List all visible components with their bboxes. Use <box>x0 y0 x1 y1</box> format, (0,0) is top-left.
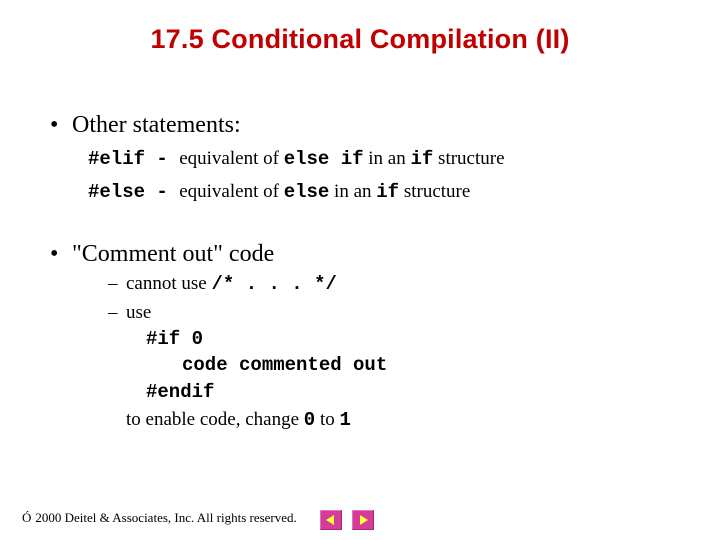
sub-else: #else - equivalent of else in an if stru… <box>88 179 670 206</box>
slide-body: •Other statements: #elif - equivalent of… <box>50 110 670 468</box>
sub-use: –use <box>108 300 670 326</box>
copyright-footer: Ó 2000 Deitel & Associates, Inc. All rig… <box>22 510 297 526</box>
copyright-mark: Ó <box>22 510 31 526</box>
copyright-text: 2000 Deitel & Associates, Inc. All right… <box>35 510 296 526</box>
bullet-marker: • <box>50 239 72 269</box>
prev-button[interactable] <box>320 510 342 530</box>
code-body: code commented out <box>182 352 670 379</box>
sub-cannot-use: –cannot use /* . . . */ <box>108 271 670 298</box>
next-button[interactable] <box>352 510 374 530</box>
bullet-other-statements: •Other statements: #elif - equivalent of… <box>50 110 670 205</box>
nav-controls <box>320 510 374 530</box>
slide: 17.5 Conditional Compilation (II) •Other… <box>0 0 720 540</box>
bullet-label: Other statements: <box>72 112 241 138</box>
triangle-left-icon <box>325 514 337 526</box>
sub-elif: #elif - equivalent of else if in an if s… <box>88 146 670 173</box>
sub-enable: to enable code, change 0 to 1 <box>126 407 670 434</box>
bullet-marker: • <box>50 110 72 140</box>
code-if0: #if 0 <box>146 326 670 353</box>
triangle-right-icon <box>357 514 369 526</box>
bullet-label: "Comment out" code <box>72 241 274 267</box>
bullet-comment-out: •"Comment out" code –cannot use /* . . .… <box>50 239 670 434</box>
slide-title: 17.5 Conditional Compilation (II) <box>0 24 720 55</box>
code-endif: #endif <box>146 379 670 406</box>
